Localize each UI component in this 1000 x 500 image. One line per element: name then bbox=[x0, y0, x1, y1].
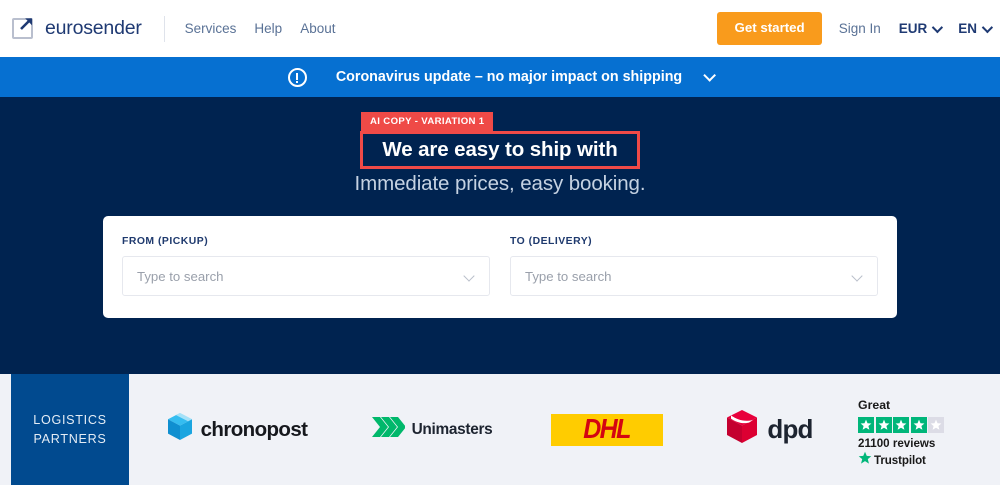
currency-value: EUR bbox=[898, 21, 928, 36]
chevron-down-icon bbox=[981, 21, 994, 33]
trustpilot-brand[interactable]: Trustpilot bbox=[858, 451, 958, 470]
to-delivery-field: TO (DELIVERY) Type to search bbox=[510, 236, 878, 298]
star-icon-filled bbox=[858, 417, 874, 433]
nav-item-about[interactable]: About bbox=[300, 21, 335, 36]
nav-item-help[interactable]: Help bbox=[254, 21, 282, 36]
logistics-partners-heading: LOGISTICS PARTNERS bbox=[11, 374, 129, 485]
star-icon-filled bbox=[893, 417, 909, 433]
coronavirus-update-banner[interactable]: Coronavirus update – no major impact on … bbox=[0, 57, 1000, 97]
dpd-wordmark: dpd bbox=[767, 414, 813, 444]
chevron-down-icon[interactable] bbox=[851, 270, 863, 282]
star-icon-filled bbox=[875, 417, 892, 433]
get-started-button[interactable]: Get started bbox=[717, 12, 822, 45]
banner-message: Coronavirus update – no major impact on … bbox=[335, 69, 683, 85]
partner-logo-unimasters[interactable]: Unimasters bbox=[344, 416, 519, 443]
from-pickup-placeholder: Type to search bbox=[137, 268, 224, 284]
language-selector[interactable]: EN bbox=[958, 21, 994, 36]
from-pickup-field: FROM (PICKUP) Type to search bbox=[122, 236, 490, 298]
chronopost-wordmark: chronopost bbox=[200, 417, 308, 441]
primary-nav: Services Help About bbox=[185, 21, 336, 36]
star-icon-empty bbox=[928, 417, 944, 433]
annotation-tag-ai-copy: AI COPY - VARIATION 1 bbox=[361, 112, 493, 131]
trustpilot-star-icon bbox=[858, 451, 872, 470]
sign-in-link[interactable]: Sign In bbox=[839, 21, 881, 36]
language-value: EN bbox=[958, 21, 977, 36]
banner-content: Coronavirus update – no major impact on … bbox=[287, 67, 717, 87]
to-delivery-input[interactable]: Type to search bbox=[510, 256, 878, 296]
trustpilot-brand-label: Trustpilot bbox=[874, 454, 926, 467]
to-delivery-label: TO (DELIVERY) bbox=[510, 236, 593, 247]
currency-selector[interactable]: EUR bbox=[898, 21, 944, 36]
eurosender-landing-page: eurosender Services Help About Get start… bbox=[0, 0, 1000, 500]
heading-line-2: PARTNERS bbox=[33, 431, 107, 446]
trustpilot-widget[interactable]: Great 21100 reviews Trustpilot bbox=[858, 398, 958, 470]
dhl-wordmark: DHL bbox=[583, 413, 631, 445]
header-divider bbox=[163, 15, 165, 42]
header-actions: Get started Sign In EUR EN bbox=[717, 0, 994, 57]
nav-item-services[interactable]: Services bbox=[185, 21, 237, 36]
shipping-search-card: FROM (PICKUP) Type to search TO (DELIVER… bbox=[103, 216, 897, 318]
chevron-down-icon[interactable] bbox=[463, 270, 475, 282]
to-delivery-placeholder: Type to search bbox=[525, 268, 612, 284]
star-icon-filled bbox=[910, 417, 927, 433]
arrow-out-of-box-icon bbox=[12, 16, 38, 42]
trustpilot-review-count: 21100 reviews bbox=[858, 437, 936, 450]
partner-logo-dpd[interactable]: dpd bbox=[694, 409, 844, 450]
exclamation-circle-icon bbox=[287, 67, 307, 87]
partner-logo-row: chronopost Unimasters DHL dpd bbox=[129, 374, 844, 485]
eurosender-logo[interactable]: eurosender bbox=[12, 16, 142, 42]
heading-line-1: LOGISTICS bbox=[33, 412, 107, 427]
annotation-highlight-box: We are easy to ship with bbox=[360, 131, 640, 169]
from-pickup-label: FROM (PICKUP) bbox=[122, 236, 209, 247]
chevron-down-icon bbox=[931, 21, 944, 33]
trustpilot-star-rating bbox=[858, 417, 958, 433]
blue-cube-icon bbox=[166, 412, 194, 447]
unimasters-wordmark: Unimasters bbox=[411, 420, 493, 438]
red-cube-icon bbox=[725, 409, 759, 450]
hero-subtitle: Immediate prices, easy booking. bbox=[354, 172, 646, 195]
dhl-wordmark-icon: DHL bbox=[550, 413, 663, 446]
logo-wordmark: eurosender bbox=[45, 17, 142, 39]
site-header: eurosender Services Help About Get start… bbox=[0, 0, 1000, 57]
hero-headline: We are easy to ship with bbox=[382, 138, 618, 161]
partner-logo-chronopost[interactable]: chronopost bbox=[129, 412, 344, 447]
partner-logo-dhl[interactable]: DHL bbox=[519, 413, 694, 446]
from-pickup-input[interactable]: Type to search bbox=[122, 256, 490, 296]
green-chevrons-icon bbox=[371, 416, 406, 443]
chevron-down-icon[interactable] bbox=[703, 68, 717, 82]
trustpilot-rating-word: Great bbox=[858, 398, 891, 412]
